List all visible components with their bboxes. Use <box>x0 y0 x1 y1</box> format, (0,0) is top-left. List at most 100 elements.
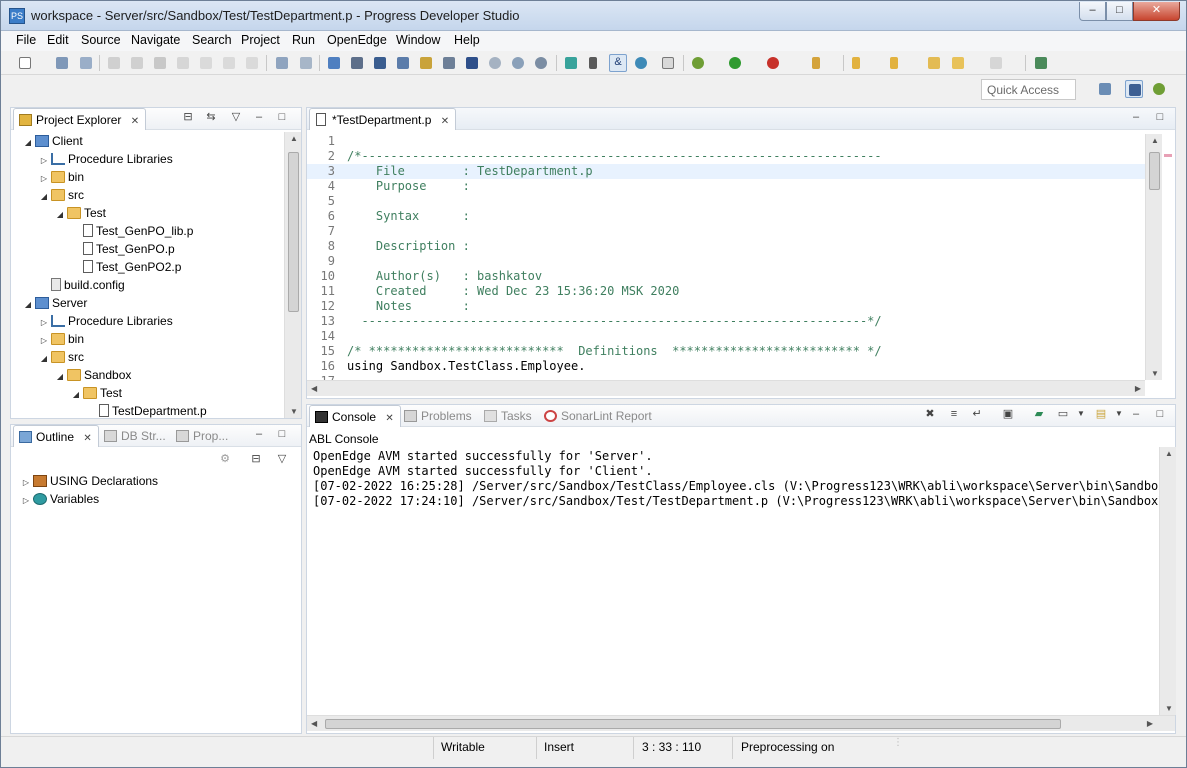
compile-icon[interactable] <box>297 54 315 72</box>
report-icon[interactable] <box>417 54 435 72</box>
inspect-icon[interactable] <box>348 54 366 72</box>
save-icon[interactable] <box>53 54 71 72</box>
tree-item[interactable]: TestDepartment.p <box>87 402 207 418</box>
maximize-editor-icon[interactable]: □ <box>1153 111 1167 125</box>
tree-item[interactable]: Test_GenPO2.p <box>71 258 181 276</box>
tree-item[interactable]: ◢ Sandbox <box>55 366 131 384</box>
open-console-icon[interactable]: ▤ <box>1094 408 1108 422</box>
close-icon[interactable]: ✕ <box>83 433 91 444</box>
ampersand-icon[interactable]: & <box>609 54 627 72</box>
tree-item[interactable]: ▷ Procedure Libraries <box>39 312 173 330</box>
tab-tasks[interactable]: Tasks <box>479 405 538 427</box>
menu-openedge[interactable]: OpenEdge <box>327 33 387 47</box>
expanded-arrow-icon[interactable]: ◢ <box>23 296 33 314</box>
code-line[interactable]: 16 using Sandbox.TestClass.Employee. <box>307 359 1145 374</box>
new-icon[interactable] <box>16 54 34 72</box>
step-over-icon[interactable] <box>220 54 238 72</box>
expanded-arrow-icon[interactable]: ◢ <box>71 386 81 404</box>
disconnect-icon[interactable] <box>174 54 192 72</box>
view-menu-icon[interactable]: ▽ <box>229 111 243 125</box>
code-line[interactable]: 12 Notes : <box>307 299 1145 314</box>
run-disabled-icon[interactable] <box>105 54 123 72</box>
globe-icon[interactable] <box>509 54 527 72</box>
close-icon[interactable]: ✕ <box>385 413 393 424</box>
tab-properties[interactable]: Prop... <box>171 425 234 447</box>
tree-item[interactable]: ◢ Test <box>71 384 122 402</box>
code-line[interactable]: 2 /*-------------------------------------… <box>307 149 1145 164</box>
debug-icon[interactable] <box>689 54 707 72</box>
code-line[interactable]: 6 Syntax : <box>307 209 1145 224</box>
menu-edit[interactable]: Edit <box>47 33 69 47</box>
external-tools-icon[interactable] <box>764 54 782 72</box>
grid-icon[interactable] <box>325 54 343 72</box>
maximize-view-icon[interactable]: □ <box>1153 408 1167 422</box>
tree-item[interactable]: Test_GenPO.p <box>71 240 175 258</box>
minimize-view-icon[interactable]: ‒ <box>252 111 266 125</box>
openedge-perspective-icon[interactable] <box>1125 80 1143 98</box>
run-icon[interactable] <box>726 54 744 72</box>
show-console-icon[interactable]: ▣ <box>1001 408 1015 422</box>
close-window-button[interactable]: ✕ <box>1133 2 1180 21</box>
expanded-arrow-icon[interactable]: ◢ <box>55 368 65 386</box>
tree-item[interactable]: Test_GenPO_lib.p <box>71 222 193 240</box>
code-editor[interactable]: 1 2 /*------------------------------------… <box>307 134 1145 380</box>
tab-test-department[interactable]: *TestDepartment.p ✕ <box>309 108 457 130</box>
forward-icon[interactable] <box>987 54 1005 72</box>
sync-icon[interactable] <box>532 54 550 72</box>
code-line[interactable]: 9 <box>307 254 1145 269</box>
menu-source[interactable]: Source <box>81 33 121 47</box>
layout-icon[interactable] <box>394 54 412 72</box>
minimize-view-icon[interactable]: ‒ <box>1129 408 1143 422</box>
code-line[interactable]: 15 /* *************************** Definit… <box>307 344 1145 359</box>
step-into-icon[interactable] <box>197 54 215 72</box>
settings-icon[interactable]: ⚙ <box>218 453 232 467</box>
clear-console-icon[interactable]: ✖ <box>923 408 937 422</box>
chevron-down-icon[interactable]: ▼ <box>1112 408 1126 422</box>
last-edit-icon[interactable] <box>925 54 943 72</box>
menu-run[interactable]: Run <box>292 33 315 47</box>
code-line[interactable]: 11 Created : Wed Dec 23 15:36:20 MSK 202… <box>307 284 1145 299</box>
tree-item[interactable]: ◢ src <box>39 348 84 366</box>
sql-icon[interactable] <box>463 54 481 72</box>
back-icon[interactable] <box>949 54 967 72</box>
maximize-view-icon[interactable]: □ <box>275 428 289 442</box>
scroll-lock-icon[interactable]: ≡ <box>947 408 961 422</box>
outline-item-variables[interactable]: ▷ Variables <box>21 490 99 508</box>
menu-window[interactable]: Window <box>396 33 440 47</box>
word-wrap-icon[interactable]: ↵ <box>970 408 984 422</box>
expanded-arrow-icon[interactable]: ◢ <box>23 134 33 152</box>
collapse-all-icon[interactable]: ⊟ <box>249 453 263 467</box>
save-all-icon[interactable] <box>77 54 95 72</box>
tab-sonarlint-report[interactable]: SonarLint Report <box>539 405 658 427</box>
minimize-button[interactable]: ‒ <box>1079 2 1106 21</box>
editor-horizontal-scrollbar[interactable]: ◀ ▶ <box>307 380 1145 396</box>
code-line[interactable]: 10 Author(s) : bashkatov <box>307 269 1145 284</box>
close-icon[interactable]: ✕ <box>131 116 139 127</box>
step-return-icon[interactable] <box>243 54 261 72</box>
debug-perspective-icon[interactable] <box>1150 80 1168 98</box>
collapse-all-icon[interactable]: ⊟ <box>181 111 195 125</box>
tools-icon[interactable] <box>440 54 458 72</box>
open-type-icon[interactable] <box>659 54 677 72</box>
outline-item-using[interactable]: ▷ USING Declarations <box>21 472 158 490</box>
view-menu-icon[interactable]: ▽ <box>275 453 289 467</box>
pin-console-icon[interactable]: ▰ <box>1032 408 1046 422</box>
minimize-view-icon[interactable]: ‒ <box>252 428 266 442</box>
code-line[interactable]: 8 Description : <box>307 239 1145 254</box>
code-line[interactable]: 13 -------------------------------------… <box>307 314 1145 329</box>
code-line[interactable]: 1 <box>307 134 1145 149</box>
minimize-editor-icon[interactable]: ‒ <box>1129 111 1143 125</box>
menu-project[interactable]: Project <box>241 33 280 47</box>
tree-item[interactable]: ▷ Procedure Libraries <box>39 150 173 168</box>
project-tree-scrollbar[interactable]: ▲ ▼ <box>284 132 301 418</box>
console-horizontal-scrollbar[interactable]: ◀ ▶ <box>307 715 1175 731</box>
menu-search[interactable]: Search <box>192 33 232 47</box>
quick-access-input[interactable]: Quick Access <box>981 79 1076 100</box>
pin-editor-icon[interactable] <box>1032 54 1050 72</box>
tree-item[interactable]: ▷ bin <box>39 168 84 186</box>
tab-project-explorer[interactable]: Project Explorer ✕ <box>13 108 147 130</box>
connect-icon[interactable] <box>632 54 650 72</box>
code-line[interactable]: 7 <box>307 224 1145 239</box>
code-line[interactable]: 4 Purpose : <box>307 179 1145 194</box>
wand-icon[interactable] <box>809 54 827 72</box>
